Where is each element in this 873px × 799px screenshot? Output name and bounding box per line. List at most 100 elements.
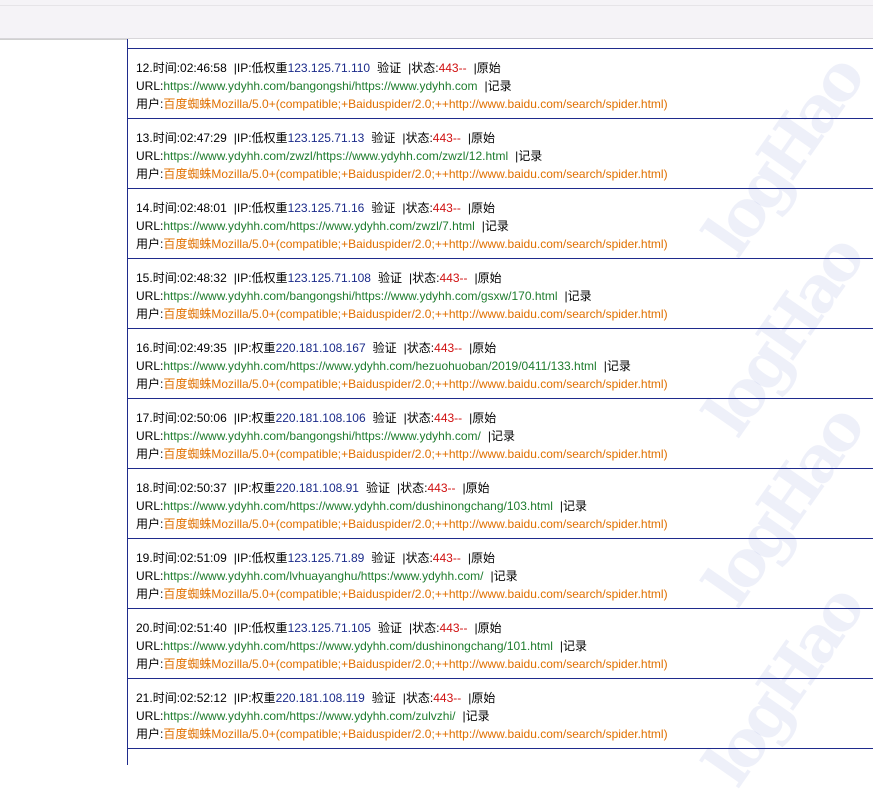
user-label: 用户: [136,307,164,321]
ip-label: IP: [236,691,252,705]
log-entry: 18.时间:02:50:37 |IP:权重220.181.108.91 验证 |状态:… [128,469,873,539]
ip-label: IP: [236,481,252,495]
status-label: 状态: [412,621,440,635]
entry-url[interactable]: https://www.ydyhh.com/bangongshi/https:/… [163,79,477,93]
verify-link[interactable]: 验证 [378,621,402,635]
time-label: 时间: [152,411,181,425]
verify-link[interactable]: 验证 [373,341,397,355]
entry-number: 12. [136,61,153,75]
verify-link[interactable]: 验证 [371,551,395,565]
verify-link[interactable]: 验证 [366,481,390,495]
record-link[interactable]: 记录 [607,359,631,373]
user-agent-name: 百度蜘蛛 [163,307,212,321]
user-agent-string: Mozilla/5.0+(compatible;+Baiduspider/2.0… [211,97,668,111]
entry-ip: 123.125.71.110 [287,61,371,75]
user-agent-name: 百度蜘蛛 [163,657,212,671]
record-link[interactable]: 记录 [518,149,542,163]
record-link[interactable]: 记录 [488,79,512,93]
original-link[interactable]: 原始 [471,551,495,565]
entry-line-meta: 20.时间:02:51:40 |IP:低权重123.125.71.105 验证 |状态… [136,619,873,637]
verify-link[interactable]: 验证 [373,411,397,425]
entry-number: 17. [136,411,153,425]
user-agent-name: 百度蜘蛛 [163,237,212,251]
entry-ip: 220.181.108.119 [275,691,365,705]
ip-label: IP: [236,341,252,355]
entry-url[interactable]: https://www.ydyhh.com/bangongshi/https:/… [163,429,480,443]
user-label: 用户: [136,447,164,461]
verify-link[interactable]: 验证 [378,271,402,285]
entry-url[interactable]: https://www.ydyhh.com/https://www.ydyhh.… [163,709,455,723]
user-label: 用户: [136,517,164,531]
ip-label: IP: [236,201,252,215]
entry-time: 02:52:12 [180,691,227,705]
entry-status: 443-- [433,691,462,705]
original-link[interactable]: 原始 [472,411,496,425]
verify-link[interactable]: 验证 [377,61,401,75]
entry-line-meta: 19.时间:02:51:09 |IP:低权重123.125.71.89 验证 |状态:… [136,549,873,567]
entry-number: 15. [136,271,153,285]
original-link[interactable]: 原始 [477,61,501,75]
entry-line-url: URL:https://www.ydyhh.com/https://www.yd… [136,497,873,515]
original-link[interactable]: 原始 [478,271,502,285]
log-entry: 19.时间:02:51:09 |IP:低权重123.125.71.89 验证 |状态:… [128,539,873,609]
original-link[interactable]: 原始 [471,131,495,145]
ip-weight: 低权重 [251,61,288,75]
record-link[interactable]: 记录 [485,219,509,233]
record-link[interactable]: 记录 [563,499,587,513]
entry-number: 16. [136,341,153,355]
left-pane [0,39,128,765]
entry-url[interactable]: https://www.ydyhh.com/https://www.ydyhh.… [163,219,474,233]
original-link[interactable]: 原始 [472,341,496,355]
original-link[interactable]: 原始 [471,691,495,705]
record-link[interactable]: 记录 [568,289,592,303]
user-agent-name: 百度蜘蛛 [163,727,212,741]
status-label: 状态: [405,691,434,705]
entry-line-user: 用户:百度蜘蛛Mozilla/5.0+(compatible;+Baiduspi… [136,235,873,253]
record-link[interactable]: 记录 [494,569,518,583]
status-label: 状态: [405,201,433,215]
entry-line-user: 用户:百度蜘蛛Mozilla/5.0+(compatible;+Baiduspi… [136,305,873,323]
entry-number: 14. [136,201,153,215]
log-entry: 13.时间:02:47:29 |IP:低权重123.125.71.13 验证 |状态:… [128,119,873,189]
ip-weight: 低权重 [251,201,288,215]
original-link[interactable]: 原始 [471,201,495,215]
entry-url[interactable]: https://www.ydyhh.com/lvhuayanghu/https:… [163,569,483,583]
verify-link[interactable]: 验证 [372,691,396,705]
entry-line-meta: 18.时间:02:50:37 |IP:权重220.181.108.91 验证 |状态:… [136,479,873,497]
entry-ip: 123.125.71.89 [287,551,365,565]
user-agent-name: 百度蜘蛛 [163,517,212,531]
record-link[interactable]: 记录 [563,639,587,653]
entry-url[interactable]: https://www.ydyhh.com/https://www.ydyhh.… [163,359,596,373]
record-link[interactable]: 记录 [466,709,490,723]
entry-time: 02:48:32 [180,271,227,285]
entry-line-url: URL:https://www.ydyhh.com/zwzl/https://w… [136,147,873,165]
entry-url[interactable]: https://www.ydyhh.com/https://www.ydyhh.… [163,639,553,653]
entry-status: 443-- [434,341,463,355]
record-link[interactable]: 记录 [491,429,515,443]
ip-weight: 低权重 [251,131,288,145]
entry-line-user: 用户:百度蜘蛛Mozilla/5.0+(compatible;+Baiduspi… [136,95,873,113]
entry-url[interactable]: https://www.ydyhh.com/https://www.ydyhh.… [163,499,553,513]
entry-line-user: 用户:百度蜘蛛Mozilla/5.0+(compatible;+Baiduspi… [136,655,873,673]
entry-url[interactable]: https://www.ydyhh.com/zwzl/https://www.y… [163,149,508,163]
ip-label: IP: [236,411,252,425]
user-label: 用户: [136,377,164,391]
user-agent-string: Mozilla/5.0+(compatible;+Baiduspider/2.0… [211,517,668,531]
entry-status: 443-- [434,411,463,425]
entry-status: 443-- [427,481,456,495]
entry-time: 02:48:01 [180,201,227,215]
entry-line-meta: 16.时间:02:49:35 |IP:权重220.181.108.167 验证 |状态… [136,339,873,357]
entry-line-url: URL:https://www.ydyhh.com/https://www.yd… [136,357,873,375]
user-agent-string: Mozilla/5.0+(compatible;+Baiduspider/2.0… [211,307,668,321]
user-label: 用户: [136,167,164,181]
status-label: 状态: [411,61,439,75]
entry-url[interactable]: https://www.ydyhh.com/bangongshi/https:/… [163,289,557,303]
ip-label: IP: [236,621,252,635]
verify-link[interactable]: 验证 [371,131,395,145]
entry-time: 02:50:06 [180,411,227,425]
status-label: 状态: [405,131,433,145]
verify-link[interactable]: 验证 [371,201,395,215]
original-link[interactable]: 原始 [466,481,490,495]
entry-line-url: URL:https://www.ydyhh.com/bangongshi/htt… [136,77,873,95]
original-link[interactable]: 原始 [478,621,502,635]
